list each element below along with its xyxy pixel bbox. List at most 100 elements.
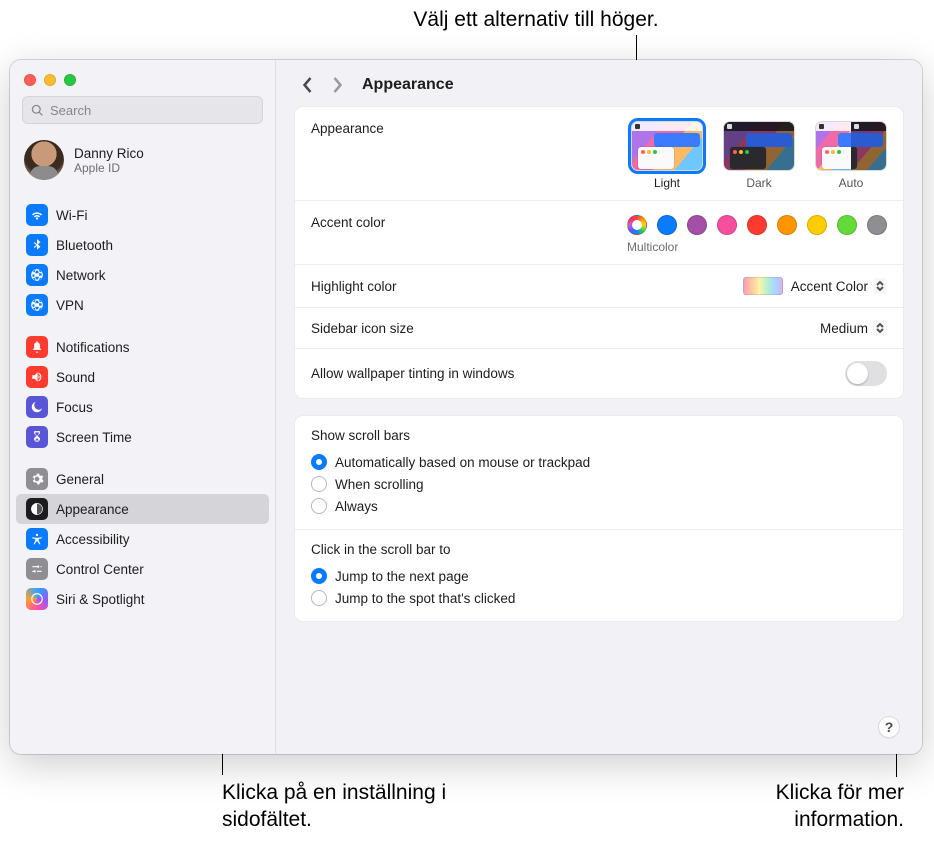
sidebar-item-label: VPN [56, 298, 84, 313]
window-controls [10, 60, 275, 96]
scrollbars-title: Show scroll bars [311, 428, 887, 443]
scrollbars-option-0[interactable]: Automatically based on mouse or trackpad [311, 451, 887, 473]
nav-back-button[interactable] [296, 74, 318, 96]
appearance-option-auto[interactable]: Auto [815, 121, 887, 190]
sidebar-item-vpn[interactable]: VPN [16, 290, 269, 320]
accent-swatch-5[interactable] [777, 215, 797, 235]
bluetooth-icon [26, 234, 48, 256]
highlight-preview [743, 277, 783, 295]
sidebar-item-label: Screen Time [56, 430, 132, 445]
sidebar-item-bluetooth[interactable]: Bluetooth [16, 230, 269, 260]
user-name: Danny Rico [74, 146, 144, 161]
globe-icon [26, 264, 48, 286]
help-button[interactable]: ? [878, 716, 900, 738]
sidebar-item-label: Sound [56, 370, 95, 385]
main-header: Appearance [276, 60, 922, 106]
accent-swatch-3[interactable] [717, 215, 737, 235]
accent-swatch-2[interactable] [687, 215, 707, 235]
search-icon [31, 104, 44, 117]
radio-icon [311, 498, 327, 514]
scrollbars-option-label: When scrolling [335, 477, 424, 492]
scrollbars-option-1[interactable]: When scrolling [311, 473, 887, 495]
page-title: Appearance [362, 76, 454, 94]
accent-swatches [627, 215, 887, 235]
sidebar-item-label: Accessibility [56, 532, 130, 547]
scrollclick-option-label: Jump to the spot that's clicked [335, 591, 515, 606]
sidebar-group-network: Wi-Fi Bluetooth Network VPN [10, 194, 275, 326]
callout-right: Klicka för mer information. [776, 779, 904, 834]
row-accent-color: Accent color Multicolor [295, 201, 903, 265]
sidebar: Search Danny Rico Apple ID Wi-Fi Bluetoot… [10, 60, 276, 754]
sidebar-item-focus[interactable]: Focus [16, 392, 269, 422]
sidebar-item-screen-time[interactable]: Screen Time [16, 422, 269, 452]
sidebar-item-notifications[interactable]: Notifications [16, 332, 269, 362]
accent-swatch-6[interactable] [807, 215, 827, 235]
sidebar-item-siri-spotlight[interactable]: Siri & Spotlight [16, 584, 269, 614]
sidebar-size-select[interactable]: Medium [820, 320, 887, 336]
sidebar-item-accessibility[interactable]: Accessibility [16, 524, 269, 554]
main-content: Appearance Appearance Light Dark [276, 60, 922, 754]
panel-scroll: Show scroll bars Automatically based on … [294, 415, 904, 622]
callout-right-line1: Klicka för mer [776, 779, 904, 806]
zoom-button[interactable] [64, 74, 76, 86]
sidebar-size-value: Medium [820, 321, 868, 336]
block-scroll-click: Click in the scroll bar to Jump to the n… [295, 529, 903, 621]
sidebar-item-wi-fi[interactable]: Wi-Fi [16, 200, 269, 230]
search-placeholder: Search [50, 103, 91, 118]
sidebar-item-network[interactable]: Network [16, 260, 269, 290]
appearance-options: Light Dark Auto [631, 121, 887, 190]
appearance-option-light[interactable]: Light [631, 121, 703, 190]
row-highlight-color: Highlight color Accent Color [295, 265, 903, 308]
callout-left-line1: Klicka på en inställning i [222, 779, 446, 806]
highlight-select[interactable]: Accent Color [791, 278, 887, 294]
accent-swatch-1[interactable] [657, 215, 677, 235]
callout-right-line2: information. [776, 806, 904, 833]
panel-appearance: Appearance Light Dark [294, 106, 904, 399]
accent-swatch-7[interactable] [837, 215, 857, 235]
globe-icon [26, 294, 48, 316]
sidebar-item-label: Wi-Fi [56, 208, 87, 223]
scrollclick-option-1[interactable]: Jump to the spot that's clicked [311, 587, 887, 609]
appearance-option-auto-label: Auto [839, 176, 864, 190]
minimize-button[interactable] [44, 74, 56, 86]
accent-selected-name: Multicolor [627, 240, 678, 254]
row-appearance-label: Appearance [311, 121, 384, 136]
block-show-scrollbars: Show scroll bars Automatically based on … [295, 416, 903, 529]
sidebar-item-control-center[interactable]: Control Center [16, 554, 269, 584]
content: Appearance Light Dark [276, 106, 922, 754]
sidebar-item-label: Focus [56, 400, 93, 415]
appearance-option-dark-label: Dark [746, 176, 771, 190]
radio-icon [311, 568, 327, 584]
sidebar-scroll: Wi-Fi Bluetooth Network VPN Notifications So… [10, 194, 275, 754]
scrollbars-option-2[interactable]: Always [311, 495, 887, 517]
sidebar-item-appleid[interactable]: Danny Rico Apple ID [10, 132, 275, 194]
sidebar-item-sound[interactable]: Sound [16, 362, 269, 392]
sidebar-item-general[interactable]: General [16, 464, 269, 494]
search-input[interactable]: Search [22, 96, 263, 124]
settings-window: Search Danny Rico Apple ID Wi-Fi Bluetoot… [10, 60, 922, 754]
avatar [24, 140, 64, 180]
sidebar-item-label: Network [56, 268, 106, 283]
sidebar-item-appearance[interactable]: Appearance [16, 494, 269, 524]
scrollclick-option-0[interactable]: Jump to the next page [311, 565, 887, 587]
row-appearance: Appearance Light Dark [295, 107, 903, 201]
scrollclick-title: Click in the scroll bar to [311, 542, 887, 557]
chevron-updown-icon [873, 278, 887, 294]
accent-swatch-8[interactable] [867, 215, 887, 235]
scrollbars-option-label: Automatically based on mouse or trackpad [335, 455, 590, 470]
siri-icon [26, 588, 48, 610]
row-tinting-label: Allow wallpaper tinting in windows [311, 366, 514, 381]
nav-forward-button[interactable] [326, 74, 348, 96]
appearance-option-dark[interactable]: Dark [723, 121, 795, 190]
row-accent-label: Accent color [311, 215, 385, 230]
highlight-select-value: Accent Color [791, 279, 868, 294]
moon-icon [26, 396, 48, 418]
tinting-toggle[interactable] [845, 361, 887, 386]
speaker-icon [26, 366, 48, 388]
user-sub: Apple ID [74, 161, 144, 175]
close-button[interactable] [24, 74, 36, 86]
radio-icon [311, 590, 327, 606]
appearance-option-light-label: Light [654, 176, 680, 190]
accent-swatch-0[interactable] [627, 215, 647, 235]
accent-swatch-4[interactable] [747, 215, 767, 235]
